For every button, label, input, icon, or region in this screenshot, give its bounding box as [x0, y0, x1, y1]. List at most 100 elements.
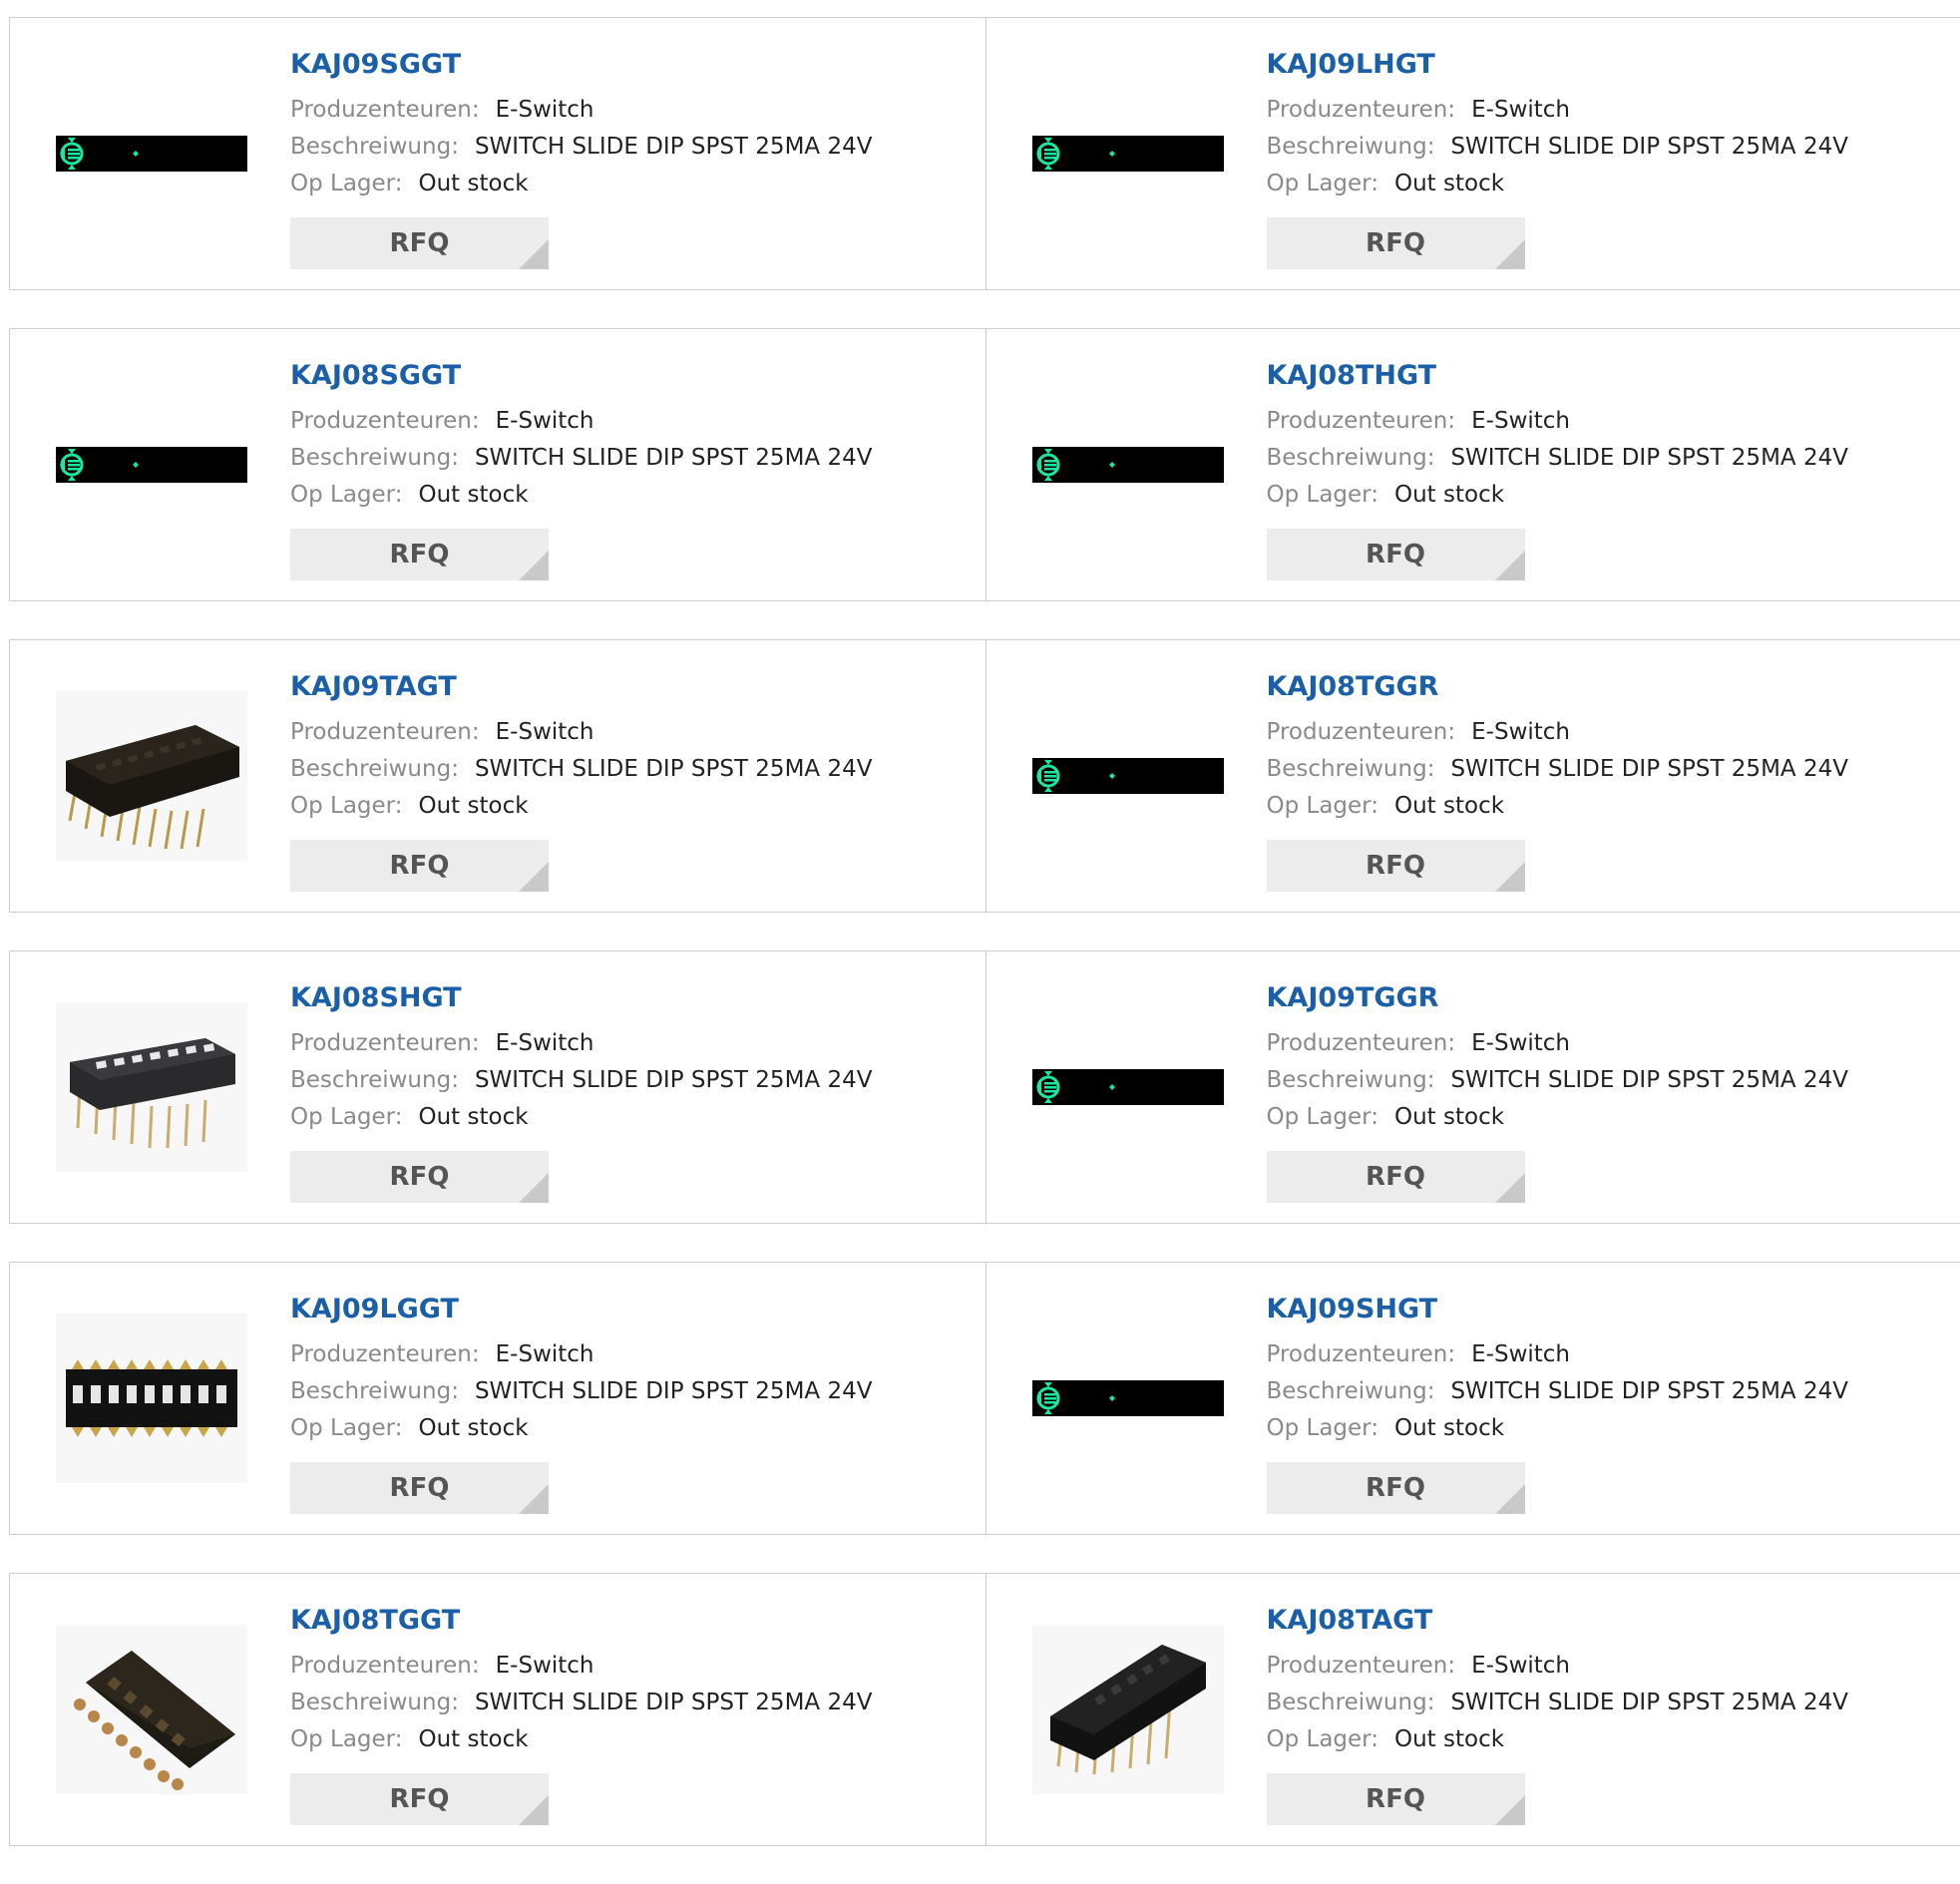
stock-line: Op Lager:Out stock [1267, 788, 1848, 825]
description-line: Beschreiwung:SWITCH SLIDE DIP SPST 25MA … [290, 129, 872, 166]
manufacturer-label: Produzenteuren: [1267, 1030, 1456, 1056]
manufacturer-value: E-Switch [1471, 719, 1570, 745]
description-value: SWITCH SLIDE DIP SPST 25MA 24V [475, 1690, 873, 1715]
product-card: KAJ08TAGT Produzenteuren:E-Switch Beschr… [985, 1574, 1960, 1845]
manufacturer-line: Produzenteuren:E-Switch [1267, 92, 1848, 129]
manufacturer-label: Produzenteuren: [290, 97, 480, 123]
manufacturer-value: E-Switch [496, 408, 594, 434]
description-line: Beschreiwung:SWITCH SLIDE DIP SPST 25MA … [1267, 440, 1848, 477]
part-number-link[interactable]: KAJ08TGGT [290, 1604, 872, 1638]
part-number-link[interactable]: KAJ09TGGR [1267, 981, 1848, 1015]
product-card: KAJ09SGGT Produzenteuren:E-Switch Beschr… [10, 18, 985, 289]
corner-triangle-icon [1495, 1173, 1525, 1203]
stock-label: Op Lager: [290, 793, 402, 819]
rfq-button[interactable]: RFQ [290, 1773, 549, 1825]
part-number-link[interactable]: KAJ08SGGT [290, 359, 872, 393]
stock-value: Out stock [418, 1415, 528, 1441]
product-image-placeholder-icon[interactable] [1026, 375, 1230, 555]
manufacturer-line: Produzenteuren:E-Switch [290, 403, 872, 440]
stock-value: Out stock [418, 482, 528, 508]
rfq-button[interactable]: RFQ [290, 840, 549, 892]
rfq-button-label: RFQ [390, 228, 450, 258]
part-number-link[interactable]: KAJ09TAGT [290, 670, 872, 704]
description-value: SWITCH SLIDE DIP SPST 25MA 24V [1450, 756, 1848, 782]
stock-value: Out stock [1394, 1726, 1504, 1752]
manufacturer-line: Produzenteuren:E-Switch [290, 1336, 872, 1373]
description-line: Beschreiwung:SWITCH SLIDE DIP SPST 25MA … [290, 751, 872, 788]
manufacturer-label: Produzenteuren: [1267, 1341, 1456, 1367]
product-image-placeholder-icon[interactable] [50, 375, 253, 555]
rfq-button[interactable]: RFQ [1267, 529, 1525, 580]
manufacturer-line: Produzenteuren:E-Switch [1267, 1025, 1848, 1062]
product-card: KAJ08SGGT Produzenteuren:E-Switch Beschr… [10, 329, 985, 600]
corner-triangle-icon [1495, 551, 1525, 580]
manufacturer-value: E-Switch [1471, 1653, 1570, 1679]
product-card: KAJ09LGGT Produzenteuren:E-Switch Beschr… [10, 1263, 985, 1534]
product-image-dip-switch-icon[interactable] [1026, 1620, 1230, 1799]
part-number-link[interactable]: KAJ09SGGT [290, 48, 872, 82]
corner-triangle-icon [519, 1173, 549, 1203]
rfq-button[interactable]: RFQ [1267, 840, 1525, 892]
part-number-link[interactable]: KAJ09LHGT [1267, 48, 1848, 82]
product-row: KAJ09TAGT Produzenteuren:E-Switch Beschr… [9, 639, 1960, 913]
rfq-button[interactable]: RFQ [290, 1151, 549, 1203]
manufacturer-value: E-Switch [496, 1341, 594, 1367]
rfq-button[interactable]: RFQ [1267, 217, 1525, 269]
product-image-placeholder-icon[interactable] [1026, 997, 1230, 1177]
stock-label: Op Lager: [290, 1726, 402, 1752]
description-value: SWITCH SLIDE DIP SPST 25MA 24V [1450, 1067, 1848, 1093]
stock-line: Op Lager:Out stock [1267, 166, 1848, 202]
corner-triangle-icon [519, 1795, 549, 1825]
stock-label: Op Lager: [290, 1104, 402, 1130]
manufacturer-value: E-Switch [1471, 408, 1570, 434]
stock-label: Op Lager: [1267, 171, 1378, 196]
corner-triangle-icon [519, 862, 549, 892]
stock-label: Op Lager: [1267, 1104, 1378, 1130]
rfq-button[interactable]: RFQ [1267, 1462, 1525, 1514]
product-image-placeholder-icon[interactable] [1026, 686, 1230, 866]
stock-line: Op Lager: Out stock [290, 477, 872, 514]
product-image-placeholder-icon[interactable] [1026, 1309, 1230, 1488]
product-row: KAJ09LGGT Produzenteuren:E-Switch Beschr… [9, 1262, 1960, 1535]
stock-line: Op Lager:Out stock [1267, 1410, 1848, 1447]
part-number-link[interactable]: KAJ09LGGT [290, 1293, 872, 1326]
rfq-button[interactable]: RFQ [290, 1462, 549, 1514]
description-value: SWITCH SLIDE DIP SPST 25MA 24V [1450, 1378, 1848, 1404]
product-image-dip-switch-icon[interactable] [50, 1620, 253, 1799]
part-number-link[interactable]: KAJ08TGGR [1267, 670, 1848, 704]
product-image-placeholder-icon[interactable] [1026, 64, 1230, 243]
part-number-link[interactable]: KAJ09SHGT [1267, 1293, 1848, 1326]
stock-value: Out stock [1394, 1415, 1504, 1441]
stock-line: Op Lager:Out stock [290, 166, 872, 202]
product-card: KAJ09TAGT Produzenteuren:E-Switch Beschr… [10, 640, 985, 912]
product-card: KAJ08THGT Produzenteuren:E-Switch Beschr… [985, 329, 1960, 600]
rfq-button[interactable]: RFQ [1267, 1151, 1525, 1203]
description-line: Beschreiwung:SWITCH SLIDE DIP SPST 25MA … [1267, 751, 1848, 788]
part-number-link[interactable]: KAJ08TAGT [1267, 1604, 1848, 1638]
product-image-dip-switch-icon[interactable] [50, 686, 253, 866]
rfq-button[interactable]: RFQ [1267, 1773, 1525, 1825]
rfq-button[interactable]: RFQ [290, 529, 549, 580]
manufacturer-line: Produzenteuren:E-Switch [1267, 1648, 1848, 1685]
stock-label: Op Lager: [290, 171, 402, 196]
stock-line: Op Lager:Out stock [1267, 1099, 1848, 1136]
rfq-button[interactable]: RFQ [290, 217, 549, 269]
manufacturer-label: Produzenteuren: [290, 1030, 480, 1056]
part-number-link[interactable]: KAJ08THGT [1267, 359, 1848, 393]
stock-label: Op Lager: [290, 1415, 402, 1441]
description-label: Beschreiwung: [1267, 445, 1435, 471]
stock-label: Op Lager: [290, 482, 402, 508]
product-image-placeholder-icon[interactable] [50, 64, 253, 243]
manufacturer-label: Produzenteuren: [290, 719, 480, 745]
product-image-dip-switch-icon[interactable] [50, 1309, 253, 1488]
description-value: SWITCH SLIDE DIP SPST 25MA 24V [1450, 1690, 1848, 1715]
stock-value: Out stock [1394, 793, 1504, 819]
product-card: KAJ08SHGT Produzenteuren:E-Switch Beschr… [10, 951, 985, 1223]
manufacturer-line: Produzenteuren:E-Switch [290, 92, 872, 129]
product-image-dip-switch-icon[interactable] [50, 997, 253, 1177]
corner-triangle-icon [1495, 239, 1525, 269]
manufacturer-line: Produzenteuren:E-Switch [1267, 714, 1848, 751]
description-label: Beschreiwung: [290, 1690, 459, 1715]
manufacturer-value: E-Switch [496, 1030, 594, 1056]
part-number-link[interactable]: KAJ08SHGT [290, 981, 872, 1015]
